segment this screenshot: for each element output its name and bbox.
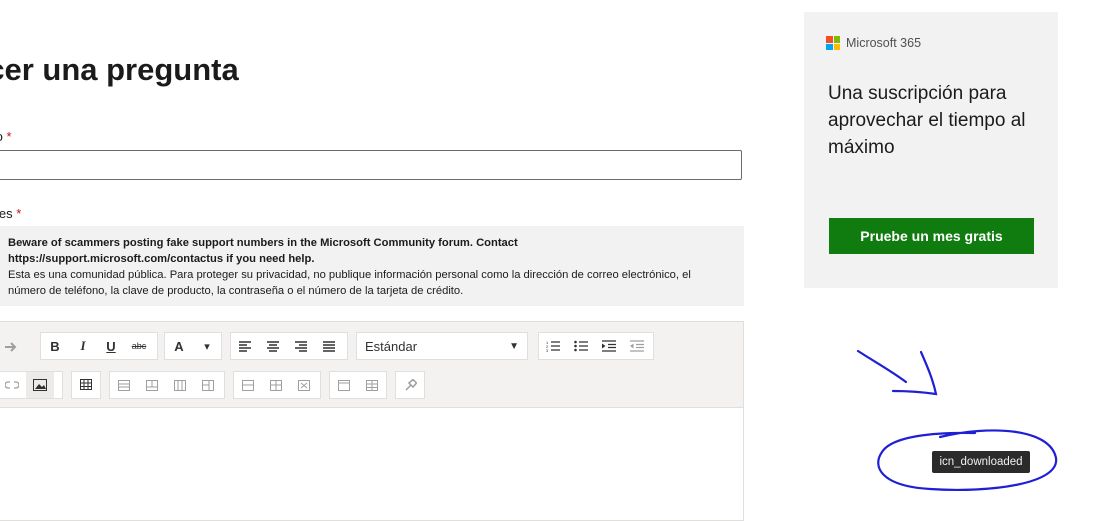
history-group [0, 332, 33, 360]
align-left-icon[interactable] [231, 333, 259, 359]
delete-table-icon[interactable] [358, 372, 386, 398]
logo-square [833, 43, 840, 50]
insert-table-group [71, 371, 101, 399]
scam-warning-line1: Beware of scammers posting fake support … [8, 237, 518, 249]
required-mark: * [16, 206, 22, 221]
logo-square [826, 36, 833, 43]
subject-input[interactable] [0, 150, 742, 180]
delete-cell-icon[interactable] [290, 372, 318, 398]
ordered-list-icon[interactable]: 123 [539, 333, 567, 359]
logo-square [833, 36, 840, 43]
ad-headline: Una suscripción para aprovechar el tiemp… [828, 83, 1026, 158]
editor-toolbar: B I U abc A ▾ Estándar ▼ 1 2 3 [0, 322, 743, 408]
underline-button[interactable]: U [97, 333, 125, 359]
table-cells-group [233, 371, 321, 399]
required-mark: * [6, 129, 12, 144]
italic-button[interactable]: I [69, 333, 97, 359]
free-trial-button[interactable]: Pruebe un mes gratis [829, 218, 1034, 254]
editor-content-area[interactable] [0, 408, 743, 520]
merge-cells-icon[interactable] [234, 372, 262, 398]
insert-row-below-icon[interactable] [138, 372, 166, 398]
strikethrough-button[interactable]: abc [125, 333, 153, 359]
privacy-notice: Beware of scammers posting fake support … [0, 226, 744, 306]
redo-icon[interactable] [0, 333, 25, 359]
font-color-menu-button[interactable]: ▾ [193, 333, 221, 359]
bullet-list-icon[interactable] [567, 333, 595, 359]
subject-label-text: to [0, 129, 3, 144]
insert-row-above-icon[interactable] [110, 372, 138, 398]
details-label-text: les [0, 206, 13, 221]
chevron-down-icon: ▼ [509, 340, 519, 352]
clear-format-group [395, 371, 425, 399]
download-tooltip: icn_downloaded [932, 451, 1030, 473]
microsoft365-ad: Microsoft 365 Una suscripción para aprov… [804, 12, 1058, 288]
insert-column-left-icon[interactable] [166, 372, 194, 398]
privacy-line1: Esta es una comunidad pública. Para prot… [8, 269, 691, 281]
split-cells-icon[interactable] [262, 372, 290, 398]
subject-label: to * [0, 129, 12, 144]
annotation-arrow-shaft [856, 349, 908, 384]
image-icon[interactable] [26, 372, 54, 398]
font-color-group: A ▾ [164, 332, 222, 360]
details-editor: B I U abc A ▾ Estándar ▼ 1 2 3 [0, 321, 744, 521]
logo-square [826, 43, 833, 50]
details-label: les * [0, 206, 21, 221]
align-center-icon[interactable] [259, 333, 287, 359]
table-icon[interactable] [72, 372, 100, 398]
svg-text:3: 3 [546, 348, 549, 352]
unlink-icon[interactable] [0, 372, 26, 398]
bold-button[interactable]: B [41, 333, 69, 359]
font-style-group: B I U abc [40, 332, 158, 360]
clear-format-icon[interactable] [396, 372, 424, 398]
alignment-group [230, 332, 348, 360]
annotation-arrow-head [891, 350, 938, 396]
scam-warning-line2: https://support.microsoft.com/contactus … [8, 253, 315, 265]
outdent-icon[interactable] [623, 333, 651, 359]
align-right-icon[interactable] [287, 333, 315, 359]
font-color-button[interactable]: A [165, 333, 193, 359]
justify-icon[interactable] [315, 333, 343, 359]
page-title: acer una pregunta [0, 52, 239, 87]
list-group: 123 [538, 332, 654, 360]
privacy-line2: número de teléfono, la clave de producto… [8, 285, 464, 297]
paragraph-style-value: Estándar [365, 338, 418, 354]
indent-icon[interactable] [595, 333, 623, 359]
link-image-group [0, 371, 63, 399]
microsoft-logo-icon [826, 36, 840, 50]
insert-column-right-icon[interactable] [194, 372, 222, 398]
paragraph-style-select[interactable]: Estándar ▼ [356, 332, 528, 360]
brand-name: Microsoft 365 [846, 36, 922, 50]
table-rows-group [109, 371, 225, 399]
table-props-group [329, 371, 387, 399]
table-properties-icon[interactable] [330, 372, 358, 398]
